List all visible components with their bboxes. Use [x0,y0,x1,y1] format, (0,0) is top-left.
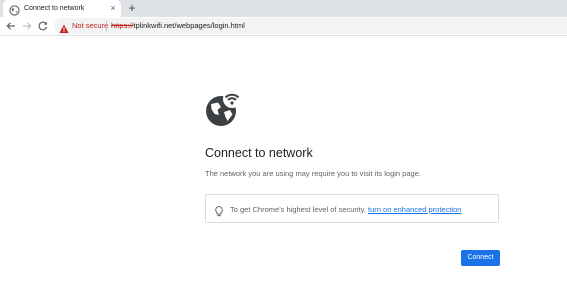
page-description: The network you are using may require yo… [205,169,421,178]
enhanced-protection-link[interactable]: turn on enhanced protection [368,205,461,214]
new-tab-icon[interactable]: + [125,1,139,15]
browser-toolbar: Not secure https://tplinkwifi.net/webpag… [0,17,567,36]
url-text[interactable]: https://tplinkwifi.net/webpages/login.ht… [111,20,245,32]
url-host-path: tplinkwifi.net/webpages/login.html [133,21,245,30]
connect-button[interactable]: Connect [461,250,500,266]
tab-strip: Connect to network × + [0,0,567,17]
page-title: Connect to network [205,146,313,160]
security-tip: To get Chrome's highest level of securit… [230,204,461,215]
tab-title: Connect to network [24,5,85,12]
back-arrow-icon[interactable] [4,19,18,33]
forward-arrow-icon[interactable] [20,19,34,33]
tab-close-icon[interactable]: × [107,2,119,14]
address-bar[interactable]: Not secure https://tplinkwifi.net/webpag… [54,18,567,34]
security-tip-box: To get Chrome's highest level of securit… [205,194,499,223]
warning-icon[interactable] [59,21,69,33]
globe-wifi-icon [205,92,240,127]
omnibox-divider [106,21,107,31]
security-status[interactable]: Not secure [72,20,108,32]
tab-connect-to-network[interactable]: Connect to network × [3,0,121,17]
security-tip-text: To get Chrome's highest level of securit… [230,205,369,214]
url-scheme: https:// [111,21,134,30]
lightbulb-icon [215,204,223,217]
globe-icon [9,3,20,16]
reload-icon[interactable] [36,19,50,33]
